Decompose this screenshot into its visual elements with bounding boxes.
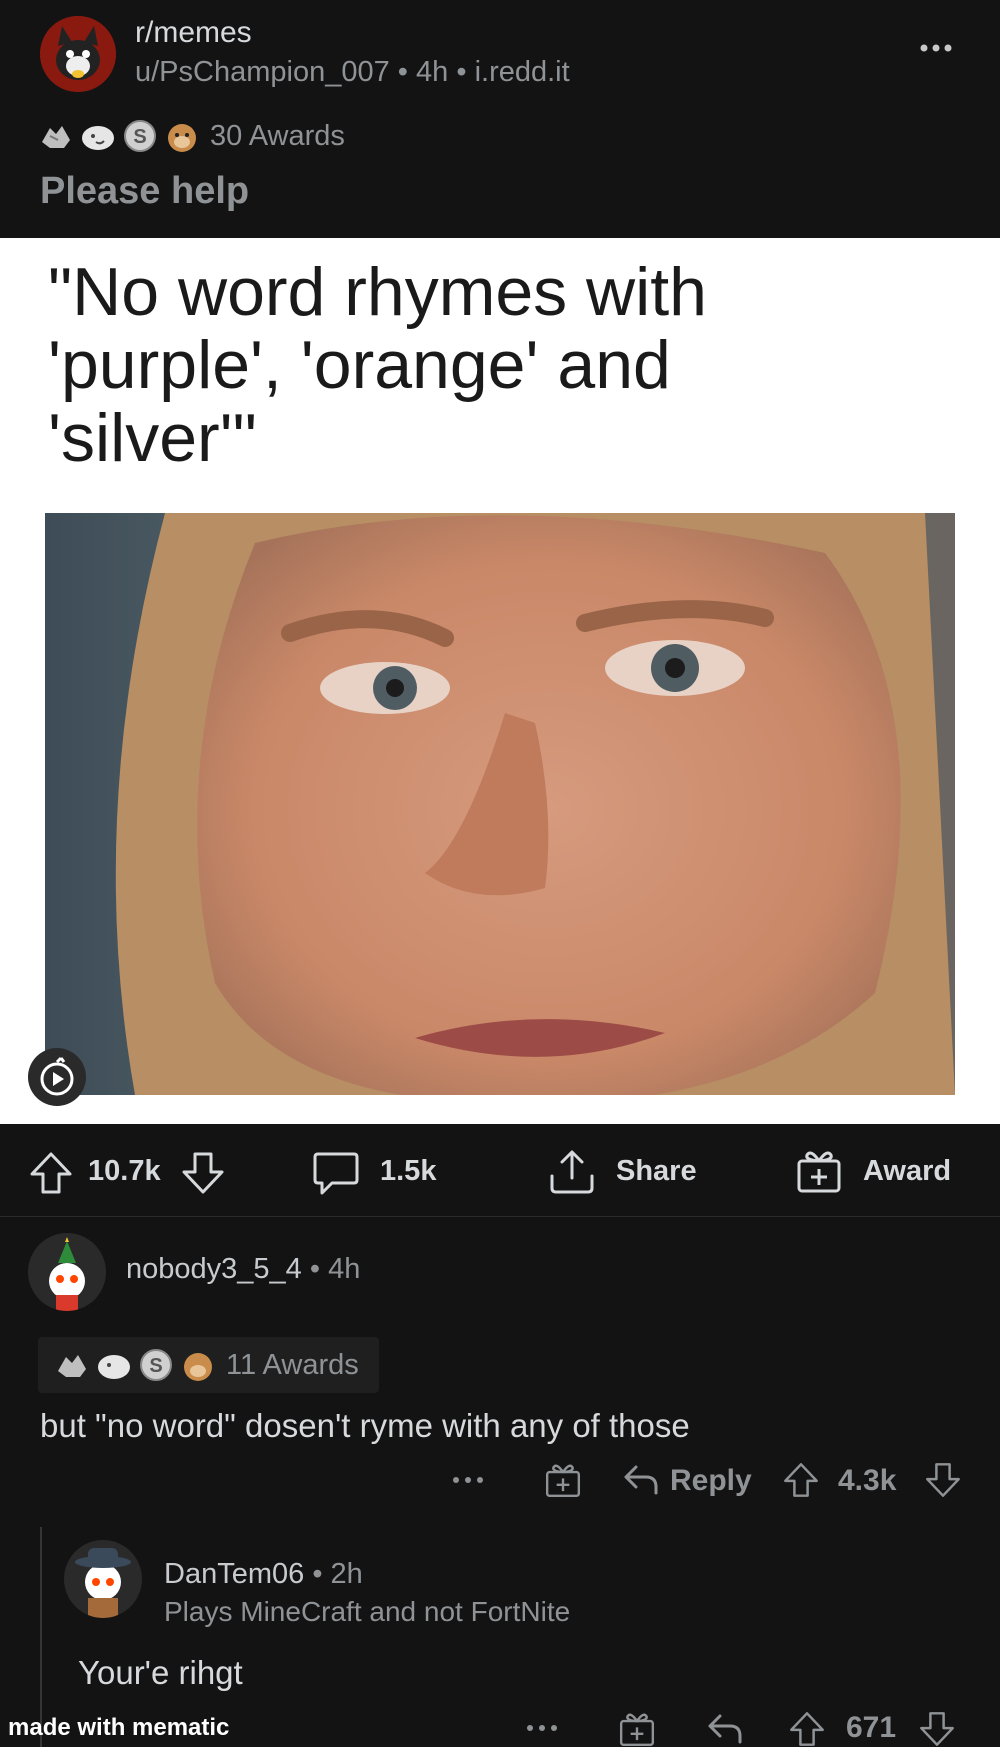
reply-avatar[interactable] — [64, 1540, 142, 1618]
silver-face-award-icon — [80, 118, 116, 154]
comment-award-icon[interactable] — [544, 1461, 582, 1499]
comment-downvote-icon[interactable] — [924, 1461, 962, 1499]
reply-icon[interactable] — [622, 1461, 660, 1499]
share-button[interactable]: Share — [616, 1155, 697, 1188]
silver-coin-award-icon: S — [138, 1347, 174, 1383]
comment-body: but "no word" dosen't ryme with any of t… — [40, 1407, 690, 1444]
post-vote-count: 10.7k — [88, 1155, 161, 1187]
share-icon[interactable] — [548, 1148, 596, 1196]
post-awards-count: 30 Awards — [210, 119, 345, 152]
comment-more-icon[interactable] — [450, 1472, 486, 1488]
post-image[interactable]: "No word rhymes with 'purple', 'orange' … — [0, 238, 1000, 1124]
comment-score: 4.3k — [838, 1464, 897, 1497]
svg-text:S: S — [133, 126, 146, 148]
gif-play-icon[interactable] — [28, 1048, 86, 1106]
post-downvote-icon[interactable] — [180, 1150, 226, 1196]
watermark: made with mematic — [8, 1714, 230, 1741]
reply-body: Your'e rihgt — [78, 1654, 243, 1691]
divider — [0, 1216, 1000, 1217]
reply-score: 671 — [846, 1711, 897, 1744]
reply-reply-icon[interactable] — [706, 1710, 744, 1747]
silver-face-award-icon — [96, 1347, 132, 1383]
comment-awards[interactable]: S 11 Awards — [38, 1337, 379, 1393]
reply-age: 2h — [330, 1558, 363, 1590]
comments-icon[interactable] — [312, 1150, 360, 1196]
svg-text:S: S — [149, 1355, 162, 1377]
post-upvote-icon[interactable] — [28, 1150, 74, 1196]
comment-avatar[interactable] — [28, 1233, 106, 1311]
comments-count[interactable]: 1.5k — [380, 1155, 436, 1188]
comment-awards-count: 11 Awards — [226, 1348, 359, 1381]
user-flair: Plays MineCraft and not FortNite — [164, 1596, 571, 1627]
reply-upvote-icon[interactable] — [788, 1710, 826, 1747]
doge-award-icon — [164, 118, 200, 154]
reply-award-icon[interactable] — [618, 1710, 656, 1747]
post-meta: u/PsChampion_007 • 4h • i.redd.it — [135, 56, 570, 88]
award-gift-icon[interactable] — [795, 1147, 843, 1195]
comment-author[interactable]: nobody3_5_4 — [126, 1253, 302, 1285]
more-options-icon[interactable] — [918, 40, 954, 56]
reply-header: DanTem06 • 2h — [164, 1558, 363, 1590]
reply-button[interactable]: Reply — [670, 1464, 752, 1498]
award-button[interactable]: Award — [863, 1155, 951, 1188]
reply-more-icon[interactable] — [524, 1720, 560, 1736]
meme-caption-text: "No word rhymes with 'purple', 'orange' … — [48, 254, 707, 476]
post-age: 4h — [416, 56, 449, 88]
post-author[interactable]: u/PsChampion_007 — [135, 56, 390, 88]
reply-downvote-icon[interactable] — [918, 1710, 956, 1747]
meme-photo — [45, 513, 955, 1095]
subreddit-name[interactable]: r/memes — [135, 16, 252, 50]
comment-upvote-icon[interactable] — [782, 1461, 820, 1499]
doge-award-icon — [180, 1347, 216, 1383]
comment-age: 4h — [328, 1253, 361, 1285]
reply-author[interactable]: DanTem06 — [164, 1558, 304, 1590]
post-title[interactable]: Please help — [40, 170, 249, 213]
wholesome-seal-award-icon — [54, 1347, 90, 1383]
silver-coin-award-icon: S — [122, 118, 158, 154]
comment-header: nobody3_5_4 • 4h — [126, 1253, 361, 1285]
wholesome-seal-award-icon — [38, 118, 74, 154]
post-domain[interactable]: i.redd.it — [475, 56, 570, 88]
subreddit-avatar[interactable] — [40, 16, 116, 92]
post-awards[interactable]: S 30 Awards — [38, 116, 345, 156]
